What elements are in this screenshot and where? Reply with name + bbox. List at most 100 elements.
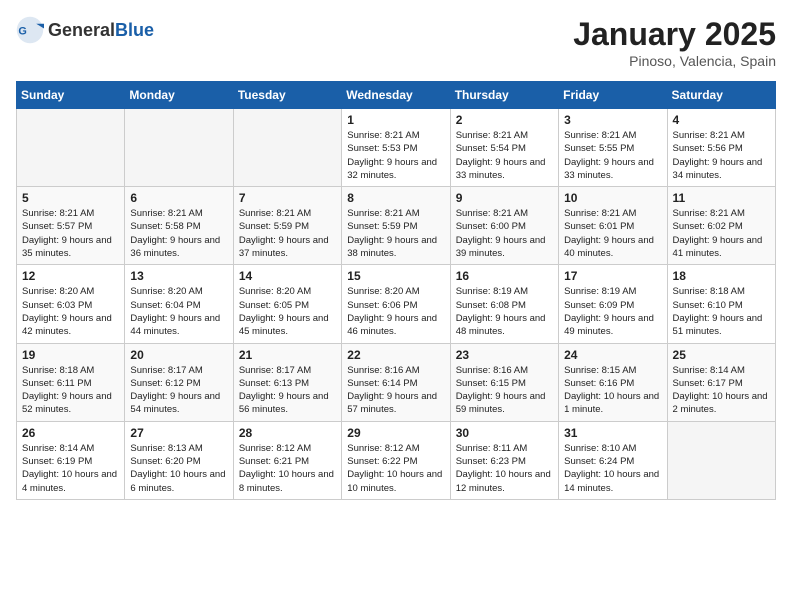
calendar-cell: 16 Sunrise: 8:19 AM Sunset: 6:08 PM Dayli… xyxy=(450,265,558,343)
calendar-cell: 9 Sunrise: 8:21 AM Sunset: 6:00 PM Daylig… xyxy=(450,187,558,265)
day-detail: Sunrise: 8:15 AM Sunset: 6:16 PM Dayligh… xyxy=(564,364,661,417)
day-detail: Sunrise: 8:18 AM Sunset: 6:10 PM Dayligh… xyxy=(673,285,770,338)
day-detail: Sunrise: 8:17 AM Sunset: 6:13 PM Dayligh… xyxy=(239,364,336,417)
day-number: 11 xyxy=(673,191,770,205)
day-number: 6 xyxy=(130,191,227,205)
day-number: 21 xyxy=(239,348,336,362)
calendar-title: January 2025 xyxy=(573,16,776,53)
day-number: 27 xyxy=(130,426,227,440)
calendar-cell: 8Sunrise: 8:21 AM Sunset: 5:59 PM Daylig… xyxy=(342,187,450,265)
weekday-header-tuesday: Tuesday xyxy=(233,82,341,109)
day-detail: Sunrise: 8:21 AM Sunset: 5:59 PM Dayligh… xyxy=(239,207,336,260)
calendar-cell: 22 Sunrise: 8:16 AM Sunset: 6:14 PM Dayli… xyxy=(342,343,450,421)
day-number: 9 xyxy=(456,191,553,205)
calendar-cell: 20Sunrise: 8:17 AM Sunset: 6:12 PM Dayli… xyxy=(125,343,233,421)
day-number: 17 xyxy=(564,269,661,283)
svg-text:G: G xyxy=(18,26,26,38)
day-number: 22 xyxy=(347,348,444,362)
calendar-week-row: 1 Sunrise: 8:21 AM Sunset: 5:53 PM Daylig… xyxy=(17,109,776,187)
calendar-cell: 24 Sunrise: 8:15 AM Sunset: 6:16 PM Dayli… xyxy=(559,343,667,421)
day-detail: Sunrise: 8:21 AM Sunset: 6:01 PM Dayligh… xyxy=(564,207,661,260)
day-detail: Sunrise: 8:14 AM Sunset: 6:17 PM Dayligh… xyxy=(673,364,770,417)
day-number: 16 xyxy=(456,269,553,283)
calendar-cell: 3 Sunrise: 8:21 AM Sunset: 5:55 PM Daylig… xyxy=(559,109,667,187)
day-detail: Sunrise: 8:16 AM Sunset: 6:14 PM Dayligh… xyxy=(347,364,444,417)
day-detail: Sunrise: 8:21 AM Sunset: 6:00 PM Dayligh… xyxy=(456,207,553,260)
calendar-week-row: 19Sunrise: 8:18 AM Sunset: 6:11 PM Dayli… xyxy=(17,343,776,421)
day-detail: Sunrise: 8:20 AM Sunset: 6:04 PM Dayligh… xyxy=(130,285,227,338)
calendar-cell: 13 Sunrise: 8:20 AM Sunset: 6:04 PM Dayli… xyxy=(125,265,233,343)
day-number: 25 xyxy=(673,348,770,362)
day-number: 10 xyxy=(564,191,661,205)
day-number: 4 xyxy=(673,113,770,127)
day-number: 24 xyxy=(564,348,661,362)
day-detail: Sunrise: 8:20 AM Sunset: 6:06 PM Dayligh… xyxy=(347,285,444,338)
calendar-week-row: 26Sunrise: 8:14 AM Sunset: 6:19 PM Dayli… xyxy=(17,421,776,499)
calendar-cell: 6Sunrise: 8:21 AM Sunset: 5:58 PM Daylig… xyxy=(125,187,233,265)
day-detail: Sunrise: 8:21 AM Sunset: 5:57 PM Dayligh… xyxy=(22,207,119,260)
day-number: 13 xyxy=(130,269,227,283)
day-detail: Sunrise: 8:21 AM Sunset: 6:02 PM Dayligh… xyxy=(673,207,770,260)
calendar-cell: 1 Sunrise: 8:21 AM Sunset: 5:53 PM Daylig… xyxy=(342,109,450,187)
calendar-cell xyxy=(17,109,125,187)
weekday-header-saturday: Saturday xyxy=(667,82,775,109)
calendar-cell: 27 Sunrise: 8:13 AM Sunset: 6:20 PM Dayli… xyxy=(125,421,233,499)
calendar-week-row: 12 Sunrise: 8:20 AM Sunset: 6:03 PM Dayli… xyxy=(17,265,776,343)
calendar-cell: 25 Sunrise: 8:14 AM Sunset: 6:17 PM Dayli… xyxy=(667,343,775,421)
calendar-cell xyxy=(667,421,775,499)
title-block: January 2025 Pinoso, Valencia, Spain xyxy=(573,16,776,69)
calendar-cell: 28 Sunrise: 8:12 AM Sunset: 6:21 PM Dayli… xyxy=(233,421,341,499)
weekday-header-monday: Monday xyxy=(125,82,233,109)
logo: G GeneralBlue xyxy=(16,16,154,44)
calendar-cell: 15 Sunrise: 8:20 AM Sunset: 6:06 PM Dayli… xyxy=(342,265,450,343)
calendar-cell: 23Sunrise: 8:16 AM Sunset: 6:15 PM Dayli… xyxy=(450,343,558,421)
weekday-header-friday: Friday xyxy=(559,82,667,109)
day-detail: Sunrise: 8:16 AM Sunset: 6:15 PM Dayligh… xyxy=(456,364,553,417)
day-detail: Sunrise: 8:11 AM Sunset: 6:23 PM Dayligh… xyxy=(456,442,553,495)
day-detail: Sunrise: 8:10 AM Sunset: 6:24 PM Dayligh… xyxy=(564,442,661,495)
day-detail: Sunrise: 8:20 AM Sunset: 6:05 PM Dayligh… xyxy=(239,285,336,338)
day-number: 7 xyxy=(239,191,336,205)
day-detail: Sunrise: 8:21 AM Sunset: 5:56 PM Dayligh… xyxy=(673,129,770,182)
day-detail: Sunrise: 8:21 AM Sunset: 5:55 PM Dayligh… xyxy=(564,129,661,182)
day-number: 2 xyxy=(456,113,553,127)
day-detail: Sunrise: 8:18 AM Sunset: 6:11 PM Dayligh… xyxy=(22,364,119,417)
day-detail: Sunrise: 8:13 AM Sunset: 6:20 PM Dayligh… xyxy=(130,442,227,495)
weekday-header-row: SundayMondayTuesdayWednesdayThursdayFrid… xyxy=(17,82,776,109)
calendar-cell: 12 Sunrise: 8:20 AM Sunset: 6:03 PM Dayli… xyxy=(17,265,125,343)
calendar-cell: 30 Sunrise: 8:11 AM Sunset: 6:23 PM Dayli… xyxy=(450,421,558,499)
calendar-cell: 26Sunrise: 8:14 AM Sunset: 6:19 PM Dayli… xyxy=(17,421,125,499)
day-number: 1 xyxy=(347,113,444,127)
day-number: 14 xyxy=(239,269,336,283)
day-number: 18 xyxy=(673,269,770,283)
calendar-table: SundayMondayTuesdayWednesdayThursdayFrid… xyxy=(16,81,776,500)
day-detail: Sunrise: 8:12 AM Sunset: 6:21 PM Dayligh… xyxy=(239,442,336,495)
calendar-cell xyxy=(233,109,341,187)
logo-icon: G xyxy=(16,16,44,44)
day-number: 30 xyxy=(456,426,553,440)
day-detail: Sunrise: 8:19 AM Sunset: 6:08 PM Dayligh… xyxy=(456,285,553,338)
day-number: 28 xyxy=(239,426,336,440)
weekday-header-thursday: Thursday xyxy=(450,82,558,109)
day-detail: Sunrise: 8:20 AM Sunset: 6:03 PM Dayligh… xyxy=(22,285,119,338)
day-number: 12 xyxy=(22,269,119,283)
weekday-header-sunday: Sunday xyxy=(17,82,125,109)
day-number: 15 xyxy=(347,269,444,283)
day-number: 3 xyxy=(564,113,661,127)
day-detail: Sunrise: 8:19 AM Sunset: 6:09 PM Dayligh… xyxy=(564,285,661,338)
calendar-cell: 4 Sunrise: 8:21 AM Sunset: 5:56 PM Daylig… xyxy=(667,109,775,187)
logo-text-blue: Blue xyxy=(115,20,154,40)
day-detail: Sunrise: 8:21 AM Sunset: 5:53 PM Dayligh… xyxy=(347,129,444,182)
calendar-cell: 29Sunrise: 8:12 AM Sunset: 6:22 PM Dayli… xyxy=(342,421,450,499)
day-number: 31 xyxy=(564,426,661,440)
page-header: G GeneralBlue January 2025 Pinoso, Valen… xyxy=(16,16,776,69)
day-detail: Sunrise: 8:14 AM Sunset: 6:19 PM Dayligh… xyxy=(22,442,119,495)
calendar-cell: 5 Sunrise: 8:21 AM Sunset: 5:57 PM Daylig… xyxy=(17,187,125,265)
day-number: 5 xyxy=(22,191,119,205)
day-detail: Sunrise: 8:21 AM Sunset: 5:59 PM Dayligh… xyxy=(347,207,444,260)
calendar-cell: 17 Sunrise: 8:19 AM Sunset: 6:09 PM Dayli… xyxy=(559,265,667,343)
calendar-cell: 11 Sunrise: 8:21 AM Sunset: 6:02 PM Dayli… xyxy=(667,187,775,265)
day-number: 29 xyxy=(347,426,444,440)
calendar-cell: 19Sunrise: 8:18 AM Sunset: 6:11 PM Dayli… xyxy=(17,343,125,421)
day-detail: Sunrise: 8:21 AM Sunset: 5:54 PM Dayligh… xyxy=(456,129,553,182)
